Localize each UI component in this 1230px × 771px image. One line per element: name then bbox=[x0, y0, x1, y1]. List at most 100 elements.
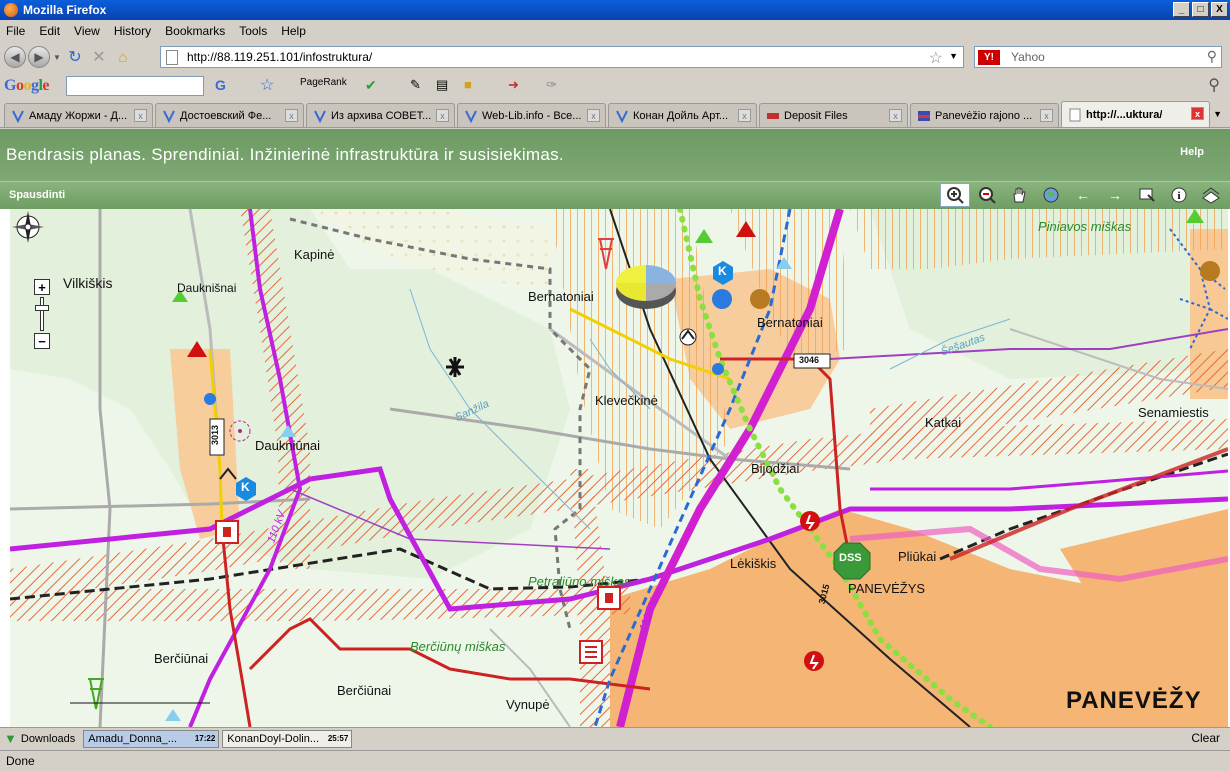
compass-rose-icon bbox=[12, 211, 44, 243]
bookmark-star-icon-google[interactable]: ☆ bbox=[260, 75, 274, 95]
settings-wrench-icon[interactable]: ⚲ bbox=[1208, 75, 1220, 95]
tab-archive[interactable]: Из архива СОВЕТ... x bbox=[306, 103, 455, 127]
pan-hand-icon[interactable] bbox=[1004, 183, 1034, 207]
highlighter-icon[interactable]: ✎ bbox=[410, 77, 421, 93]
history-dropdown-icon[interactable]: ▼ bbox=[52, 46, 62, 68]
pie-chart-symbol bbox=[616, 265, 676, 309]
back-arrow-icon[interactable]: ← bbox=[1068, 183, 1098, 207]
tab-close-icon[interactable]: x bbox=[889, 109, 902, 122]
spellcheck-icon[interactable]: ✔ bbox=[365, 77, 377, 94]
map-label: Bijodžiai bbox=[751, 461, 800, 476]
map-label: Bernatoniai bbox=[528, 289, 594, 304]
back-button[interactable]: ◀ bbox=[4, 46, 26, 68]
maximize-button[interactable]: □ bbox=[1192, 2, 1209, 17]
tab-label: http://...uktura/ bbox=[1086, 108, 1163, 121]
help-link[interactable]: Help bbox=[1180, 146, 1204, 158]
tab-dostoevsky[interactable]: Достоевский Фе... x bbox=[155, 103, 304, 127]
map-label: Berčiūnų miškas bbox=[410, 639, 506, 654]
map-label: Senamiestis bbox=[1138, 405, 1209, 420]
tab-label: Достоевский Фе... bbox=[180, 109, 272, 122]
map-label: Dauknišnai bbox=[177, 281, 237, 295]
clear-button[interactable]: Clear bbox=[1191, 731, 1220, 745]
map-label: Berčiūnai bbox=[337, 683, 392, 698]
select-icon[interactable] bbox=[1132, 183, 1162, 207]
stop-button[interactable]: ✕ bbox=[88, 46, 110, 68]
tab-close-icon[interactable]: x bbox=[1040, 109, 1053, 122]
tab-depositfiles[interactable]: Deposit Files x bbox=[759, 103, 908, 127]
zoom-slider-plus-button[interactable]: + bbox=[34, 279, 50, 295]
menu-history[interactable]: History bbox=[114, 24, 151, 38]
map-label: Piniavos miškas bbox=[1038, 219, 1132, 234]
layers-icon[interactable] bbox=[1196, 183, 1226, 207]
zoom-slider-track[interactable] bbox=[40, 297, 44, 331]
bookmark-star-icon[interactable]: ☆ bbox=[929, 48, 943, 68]
yandex-tab-icon bbox=[12, 110, 24, 123]
download-item[interactable]: KonanDoyl-Dolin... 25:57 bbox=[222, 729, 353, 748]
downloads-label[interactable]: Downloads bbox=[21, 733, 75, 745]
zoom-in-icon[interactable] bbox=[940, 183, 970, 207]
depositfiles-tab-icon bbox=[767, 112, 779, 119]
search-magnifier-icon[interactable]: ⚲ bbox=[1207, 48, 1217, 65]
map-label: Kapinė bbox=[294, 247, 335, 262]
menu-bookmarks[interactable]: Bookmarks bbox=[165, 24, 225, 38]
k-hex-label: K bbox=[718, 264, 727, 278]
tab-close-icon[interactable]: x bbox=[436, 109, 449, 122]
download-time: 17:22 bbox=[194, 733, 216, 743]
url-dropdown-icon[interactable]: ▼ bbox=[949, 51, 958, 61]
tab-panevezio[interactable]: Panevėžio rajono ... x bbox=[910, 103, 1059, 127]
road-number: 3013 bbox=[210, 424, 221, 446]
download-name: KonanDoyl-Dolin... bbox=[227, 732, 320, 745]
google-search-input[interactable] bbox=[66, 76, 204, 96]
info-icon[interactable]: i bbox=[1164, 183, 1194, 207]
forward-arrow-icon[interactable]: → bbox=[1100, 183, 1130, 207]
tab-konan[interactable]: Конан Дойль Арт... x bbox=[608, 103, 757, 127]
page-content: Bendrasis planas. Sprendiniai. Inžinieri… bbox=[0, 129, 1230, 727]
menu-tools[interactable]: Tools bbox=[239, 24, 267, 38]
tab-infostruktura[interactable]: http://...uktura/ x bbox=[1061, 101, 1210, 127]
tab-close-icon[interactable]: x bbox=[1191, 107, 1204, 120]
close-button[interactable]: X bbox=[1211, 2, 1228, 17]
zoom-slider-minus-button[interactable]: − bbox=[34, 333, 50, 349]
page-tab-icon bbox=[1069, 108, 1081, 121]
menu-edit[interactable]: Edit bbox=[39, 24, 60, 38]
home-button[interactable]: ⌂ bbox=[112, 46, 134, 68]
tab-amadu[interactable]: Амаду Жоржи - Д... x bbox=[4, 103, 153, 127]
tab-weblib[interactable]: Web-Lib.info - Все... x bbox=[457, 103, 606, 127]
map-label: Daukniūnai bbox=[255, 438, 321, 453]
folder-icon[interactable]: ■ bbox=[464, 77, 472, 92]
zoom-slider-thumb[interactable] bbox=[35, 305, 49, 311]
print-link[interactable]: Spausdinti bbox=[9, 189, 65, 201]
menu-file[interactable]: File bbox=[6, 24, 25, 38]
send-icon[interactable]: ➜ bbox=[508, 77, 519, 93]
google-search-icon[interactable]: G bbox=[215, 77, 226, 93]
zoom-slider[interactable]: + − bbox=[34, 279, 50, 349]
menu-help[interactable]: Help bbox=[281, 24, 306, 38]
tab-close-icon[interactable]: x bbox=[587, 109, 600, 122]
status-text: Done bbox=[6, 754, 35, 768]
map-label: Bernatoniai bbox=[757, 315, 823, 330]
minimize-button[interactable]: _ bbox=[1173, 2, 1190, 17]
status-bar: Done bbox=[0, 750, 1230, 771]
tab-close-icon[interactable]: x bbox=[285, 109, 298, 122]
download-item[interactable]: Amadu_Donna_... 17:22 bbox=[83, 729, 220, 748]
url-bar[interactable]: http://88.119.251.101/infostruktura/ ☆ ▼ bbox=[160, 46, 964, 68]
pen-icon[interactable]: ✑ bbox=[546, 77, 557, 93]
tab-close-icon[interactable]: x bbox=[134, 109, 147, 122]
window-title: Mozilla Firefox bbox=[23, 3, 107, 17]
pagerank-label: PageRank bbox=[300, 77, 347, 88]
app-header: Bendrasis planas. Sprendiniai. Inžinieri… bbox=[0, 129, 1230, 181]
zoom-out-icon[interactable] bbox=[972, 183, 1002, 207]
search-input[interactable]: Y! Yahoo ⚲ bbox=[974, 46, 1222, 68]
google-toolbar: Google G ☆ PageRank ✔ ✎ ▤ ■ ➜ ✑ ⚲ bbox=[0, 72, 1230, 100]
yahoo-icon[interactable]: Y! bbox=[978, 50, 1000, 65]
tab-close-icon[interactable]: x bbox=[738, 109, 751, 122]
menu-view[interactable]: View bbox=[74, 24, 100, 38]
reload-button[interactable]: ↻ bbox=[64, 46, 86, 68]
download-time: 25:57 bbox=[327, 733, 349, 743]
forward-button[interactable]: ▶ bbox=[28, 46, 50, 68]
tab-list-dropdown-icon[interactable]: ▼ bbox=[1213, 109, 1222, 119]
full-extent-icon[interactable] bbox=[1036, 183, 1066, 207]
url-text: http://88.119.251.101/infostruktura/ bbox=[187, 50, 373, 64]
map-view[interactable]: + − Kapinė Vilkiškis Dauknišnai Bernaton… bbox=[10, 209, 1228, 727]
notebook-icon[interactable]: ▤ bbox=[436, 77, 448, 93]
